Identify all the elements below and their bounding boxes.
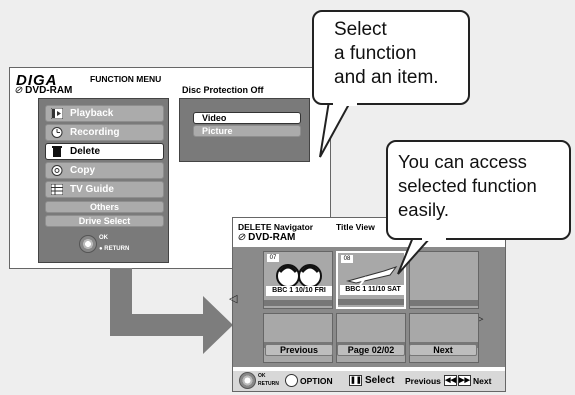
- disc-protection-status: Disc Protection Off: [182, 85, 264, 95]
- playback-icon: [51, 108, 63, 119]
- function-menu-list: Playback Recording Delete Copy TV Guide …: [38, 98, 169, 263]
- submenu-item-picture[interactable]: Picture: [193, 125, 301, 137]
- menu-item-delete[interactable]: Delete: [45, 143, 164, 160]
- menu-item-others[interactable]: Others: [45, 201, 164, 213]
- skip-forward-key-icon: ▶▶: [458, 375, 471, 386]
- menu-item-recording[interactable]: Recording: [45, 124, 164, 141]
- disc-icon: ⊘: [14, 85, 23, 96]
- next-label: Next: [473, 376, 492, 386]
- thumbnail-caption: BBC 1 10/10 FRI: [266, 286, 332, 296]
- navigator-title: DELETE Navigator: [238, 222, 314, 232]
- clock-icon: [51, 127, 63, 138]
- tv-guide-icon: [51, 184, 63, 195]
- title-thumbnail[interactable]: 07 BBC 1 10/10 FRI: [263, 251, 333, 309]
- callout-select-function: Select a function and an item.: [312, 10, 470, 105]
- navigator-media-label: ⊘ DVD-RAM: [237, 232, 296, 243]
- return-dot-icon: ●: [99, 246, 103, 252]
- menu-item-drive-select[interactable]: Drive Select: [45, 215, 164, 227]
- ok-label: OK: [99, 235, 108, 241]
- return-label: ● RETURN: [99, 246, 130, 252]
- skip-back-key-icon: ◀◀: [444, 375, 457, 386]
- callout-access-function: You can access selected function easily.: [386, 140, 571, 240]
- navigator-view-label: Title View: [336, 222, 375, 232]
- menu-item-copy[interactable]: Copy: [45, 162, 164, 179]
- page-indicator: Page 02/02: [337, 344, 405, 356]
- disc-icon: ⊘: [237, 232, 246, 243]
- menu-item-playback[interactable]: Playback: [45, 105, 164, 122]
- submenu-item-video[interactable]: Video: [193, 112, 301, 124]
- ok-dial-icon: [79, 235, 97, 253]
- ok-dial-icon: [239, 372, 256, 389]
- diga-logo: DIGA: [16, 72, 58, 89]
- function-menu-title: FUNCTION MENU: [90, 74, 162, 84]
- plane-thumbnail-icon: [346, 266, 398, 286]
- media-label: ⊘ DVD-RAM: [14, 85, 73, 96]
- copy-icon: [51, 165, 63, 176]
- scroll-left-icon[interactable]: ◁: [229, 292, 237, 305]
- previous-page-button[interactable]: Previous: [265, 344, 333, 356]
- pause-key-icon: ❚❚: [349, 375, 362, 386]
- navigator-footer: OK RETURN OPTION ❚❚ Select Previous ◀◀ ▶…: [233, 371, 505, 391]
- trash-icon: [52, 146, 62, 157]
- delete-navigator-screen: DELETE Navigator Title View ⊘ DVD-RAM ◁ …: [229, 217, 506, 392]
- function-submenu: Video Picture: [179, 98, 310, 162]
- option-button-icon[interactable]: [285, 374, 298, 387]
- menu-item-tv-guide[interactable]: TV Guide: [45, 181, 164, 198]
- option-label: OPTION: [300, 376, 333, 386]
- previous-label: Previous: [405, 376, 441, 386]
- select-label: Select: [365, 375, 395, 386]
- next-page-button[interactable]: Next: [409, 344, 477, 356]
